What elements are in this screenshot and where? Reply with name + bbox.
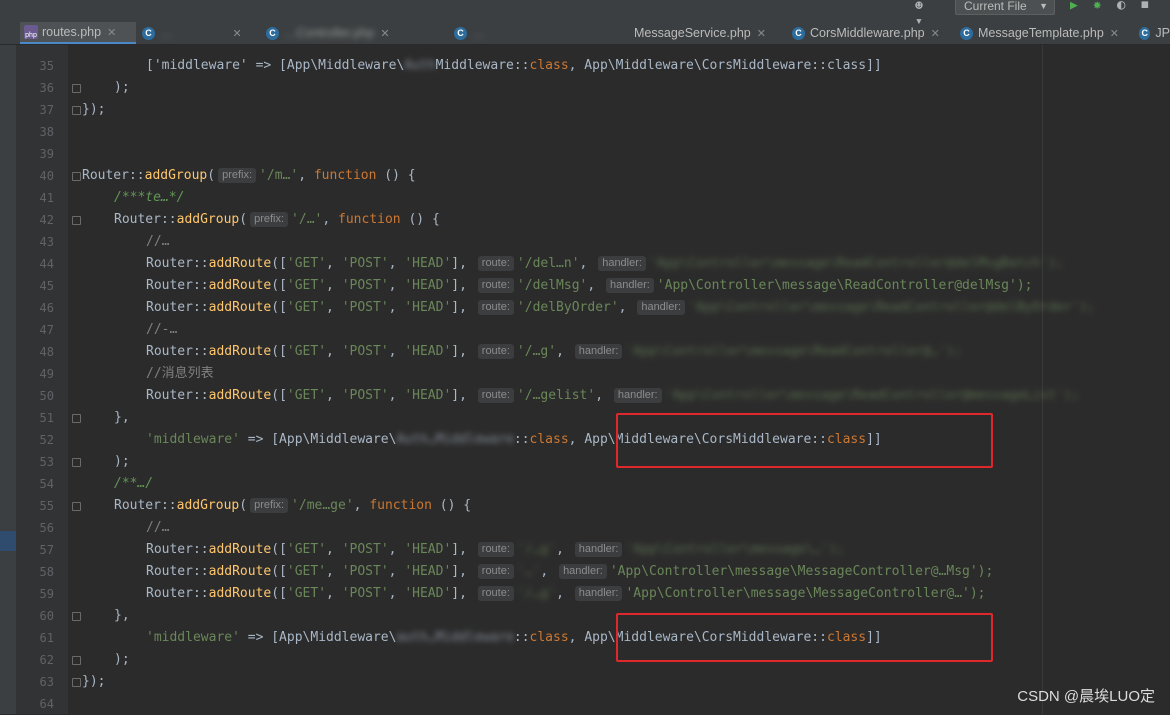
line-number: 56: [39, 521, 54, 535]
line-number: 40: [39, 169, 54, 183]
code-line: },: [114, 608, 130, 623]
chevron-down-icon: ▼: [1039, 1, 1048, 11]
close-icon[interactable]: ✕: [107, 26, 116, 39]
tab-file-2[interactable]: C … ✕: [138, 22, 258, 44]
fold-icon[interactable]: [72, 414, 81, 423]
editor-tab-bar: ☻▾ Current File ▼ ▶ ✸ ◐ ◼ php routes.php…: [0, 0, 1170, 45]
tab-file-3[interactable]: C …Controller.php ✕: [262, 22, 448, 44]
tab-message-service[interactable]: MessageService.php ✕: [620, 22, 790, 44]
php-file-icon: php: [24, 25, 38, 39]
highlight-box: [616, 613, 993, 662]
code-comment: //-…: [146, 322, 178, 337]
code-line: },: [114, 410, 130, 425]
code-line: Router::addRoute(['GET', 'POST', 'HEAD']…: [146, 344, 963, 359]
line-number: 62: [39, 653, 54, 667]
close-icon[interactable]: ✕: [233, 27, 242, 40]
line-number: 52: [39, 433, 54, 447]
run-icon[interactable]: ▶: [1070, 0, 1078, 13]
line-number: 43: [39, 235, 54, 249]
line-number: 61: [39, 631, 54, 645]
code-line: Router::addRoute(['GET', 'POST', 'HEAD']…: [146, 278, 1033, 293]
close-icon[interactable]: ✕: [1110, 27, 1119, 40]
line-number: 48: [39, 345, 54, 359]
class-icon: C: [1139, 26, 1151, 40]
fold-icon[interactable]: [72, 106, 81, 115]
code-line: });: [82, 674, 106, 689]
line-number: 39: [39, 147, 54, 161]
line-number: 44: [39, 257, 54, 271]
fold-icon[interactable]: [72, 216, 81, 225]
class-icon: C: [142, 26, 155, 40]
line-number: 51: [39, 411, 54, 425]
line-number: 38: [39, 125, 54, 139]
tab-file-4[interactable]: C …: [450, 22, 620, 44]
class-icon: C: [960, 26, 973, 40]
code-line: Router::addGroup(prefix: '/me…ge', functi…: [114, 498, 472, 513]
code-comment: /***te…*/: [114, 190, 185, 205]
line-number: 42: [39, 213, 54, 227]
line-number: 49: [39, 367, 54, 381]
line-number: 36: [39, 81, 54, 95]
close-icon[interactable]: ✕: [931, 27, 940, 40]
run-configuration-select[interactable]: Current File ▼: [955, 0, 1055, 15]
fold-icon[interactable]: [72, 502, 81, 511]
highlight-box: [616, 413, 993, 468]
fold-icon[interactable]: [72, 612, 81, 621]
class-icon: C: [792, 26, 805, 40]
code-line: Router::addRoute(['GET', 'POST', 'HEAD']…: [146, 542, 845, 557]
code-comment: //消息列表: [146, 366, 214, 381]
stop-icon[interactable]: ◼: [1141, 0, 1149, 12]
code-line: );: [114, 80, 130, 95]
line-number: 50: [39, 389, 54, 403]
code-line: Router::addRoute(['GET', 'POST', 'HEAD']…: [146, 388, 1080, 403]
fold-icon[interactable]: [72, 172, 81, 181]
code-line: Router::addGroup(prefix: '/m…', function …: [82, 168, 416, 183]
line-number: 53: [39, 455, 54, 469]
code-line: Router::addGroup(prefix: '/…', function (…: [114, 212, 440, 227]
tab-routes[interactable]: php routes.php ✕: [20, 22, 136, 44]
line-number: 58: [39, 565, 54, 579]
line-number: 63: [39, 675, 54, 689]
fold-icon[interactable]: [72, 458, 81, 467]
close-icon[interactable]: ✕: [380, 27, 389, 40]
fold-icon[interactable]: [72, 678, 81, 687]
code-line: );: [114, 454, 130, 469]
line-number: 57: [39, 543, 54, 557]
line-number: 45: [39, 279, 54, 293]
line-number: 64: [39, 697, 54, 711]
line-number: 60: [39, 609, 54, 623]
close-icon[interactable]: ✕: [757, 27, 766, 40]
class-icon: C: [266, 26, 279, 40]
code-line: Router::addRoute(['GET', 'POST', 'HEAD']…: [146, 564, 994, 579]
debug-icon[interactable]: ✸: [1093, 0, 1101, 13]
tab-cors-middleware[interactable]: C CorsMiddleware.php ✕: [788, 22, 953, 44]
line-number: 41: [39, 191, 54, 205]
code-line: Router::addRoute(['GET', 'POST', 'HEAD']…: [146, 586, 986, 601]
code-line: });: [82, 102, 106, 117]
fold-icon[interactable]: [72, 84, 81, 93]
watermark: CSDN @晨埃LUO定: [1017, 688, 1155, 705]
line-number: 59: [39, 587, 54, 601]
line-number: 37: [39, 103, 54, 117]
code-line: );: [114, 652, 130, 667]
fold-icon[interactable]: [72, 656, 81, 665]
line-number: 47: [39, 323, 54, 337]
bookmark-marker: [0, 531, 16, 551]
tab-jp[interactable]: C JP: [1135, 22, 1170, 44]
code-comment: //…: [146, 520, 170, 535]
code-line: Router::addRoute(['GET', 'POST', 'HEAD']…: [146, 256, 1064, 271]
tab-message-template[interactable]: C MessageTemplate.php ✕: [956, 22, 1131, 44]
line-number: 35: [39, 59, 54, 73]
class-icon: C: [454, 26, 467, 40]
line-number: 46: [39, 301, 54, 315]
code-line: Router::addRoute(['GET', 'POST', 'HEAD']…: [146, 300, 1096, 315]
line-number: 55: [39, 499, 54, 513]
coverage-icon[interactable]: ◐: [1117, 0, 1125, 13]
code-comment: //…: [146, 234, 170, 249]
code-line: ['middleware' => [App\Middleware\AuthMid…: [146, 58, 882, 73]
line-number-gutter: 35 36 37 38 39 40 41 42 43 44 45 46 47 48 49 50 51 52 53 54…: [16, 45, 68, 714]
line-number: 54: [39, 477, 54, 491]
code-comment: /**…/: [114, 476, 154, 491]
tool-window-strip: [0, 45, 16, 714]
